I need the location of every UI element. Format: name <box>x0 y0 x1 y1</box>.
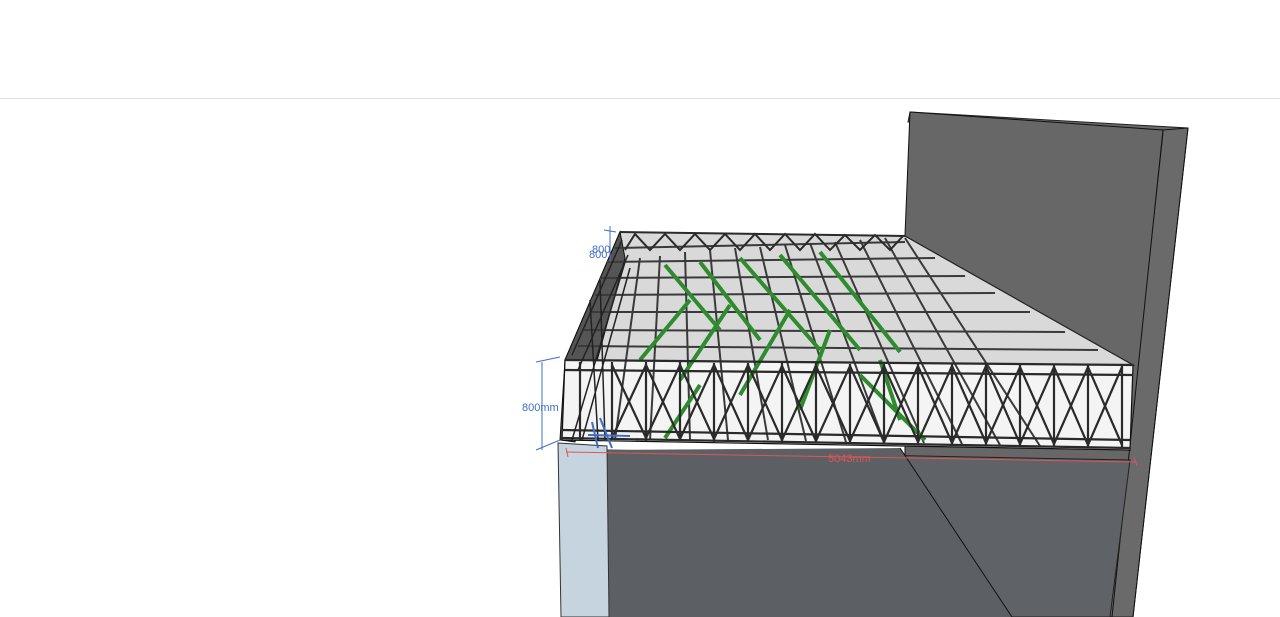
truss-model-drawing: 800mm 800 800 5043mm <box>522 111 1189 617</box>
dimension-label-height-left: 800mm <box>522 402 559 414</box>
top-toolbar-area <box>0 0 1280 99</box>
front-column <box>557 442 610 617</box>
dimension-label-height-top-b: 800 <box>589 249 607 261</box>
model-viewport[interactable]: 800mm 800 800 5043mm <box>0 99 1280 617</box>
dimension-label-length-front: 5043mm <box>828 453 871 465</box>
